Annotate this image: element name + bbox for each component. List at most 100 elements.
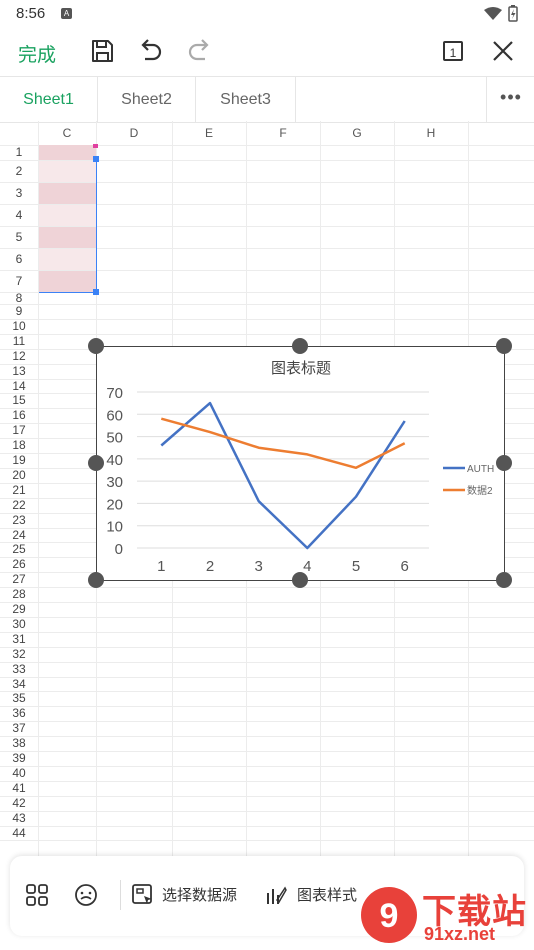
row-header[interactable]: 7 [0, 270, 38, 292]
row-header[interactable]: 4 [0, 204, 38, 226]
row-header[interactable]: 30 [0, 617, 38, 632]
column-header[interactable]: H [394, 121, 468, 145]
row-header[interactable]: 39 [0, 751, 38, 766]
select-data-icon[interactable] [132, 884, 154, 906]
row-header[interactable]: 31 [0, 632, 38, 647]
column-header[interactable]: D [96, 121, 172, 145]
close-icon[interactable] [489, 37, 517, 65]
row-header[interactable]: 25 [0, 542, 38, 557]
row-header[interactable]: 9 [0, 304, 38, 319]
row-header[interactable]: 26 [0, 557, 38, 572]
redo-icon[interactable] [186, 37, 214, 65]
row-header[interactable]: 43 [0, 811, 38, 826]
grid-row-line [0, 182, 534, 183]
selected-cell[interactable] [39, 182, 96, 204]
row-header[interactable]: 15 [0, 393, 38, 408]
row-header[interactable]: 8 [0, 292, 38, 304]
selected-cell[interactable] [39, 204, 96, 226]
column-header[interactable]: F [246, 121, 320, 145]
battery-icon [508, 5, 518, 22]
column-header[interactable]: G [320, 121, 394, 145]
emoji-icon[interactable] [74, 883, 98, 907]
chart-style-button[interactable]: 图表样式 [297, 884, 357, 905]
row-header[interactable]: 20 [0, 468, 38, 483]
selected-cell[interactable] [39, 145, 96, 160]
legend-label: AUTH [467, 464, 494, 475]
grid-row-line [0, 304, 534, 305]
row-header[interactable]: 28 [0, 587, 38, 602]
save-icon[interactable] [88, 37, 116, 65]
undo-icon[interactable] [136, 37, 164, 65]
row-header[interactable]: 16 [0, 408, 38, 423]
selected-cell[interactable] [39, 270, 96, 292]
chart-resize-handle[interactable] [88, 455, 104, 471]
row-header[interactable]: 12 [0, 349, 38, 364]
row-header[interactable]: 6 [0, 248, 38, 270]
page-count-badge[interactable]: 1 [443, 41, 463, 61]
row-header[interactable]: 29 [0, 602, 38, 617]
row-header[interactable]: 38 [0, 736, 38, 751]
y-tick-label: 0 [115, 541, 123, 558]
done-button[interactable]: 完成 [18, 40, 56, 67]
row-header[interactable]: 5 [0, 226, 38, 248]
chart-style-icon[interactable] [265, 884, 287, 906]
column-header[interactable]: C [38, 121, 96, 145]
more-options-icon[interactable]: ••• [486, 77, 534, 122]
chart-resize-handle[interactable] [496, 572, 512, 588]
x-tick-label: 6 [400, 558, 408, 575]
selected-cell[interactable] [39, 160, 96, 182]
row-header[interactable]: 42 [0, 796, 38, 811]
sheet-tabs: Sheet1 Sheet2 Sheet3 ••• [0, 76, 534, 123]
grid-row-line [0, 765, 534, 767]
selected-cell[interactable] [39, 248, 96, 270]
row-header[interactable]: 10 [0, 319, 38, 334]
column-header[interactable]: E [172, 121, 246, 145]
row-header[interactable]: 21 [0, 483, 38, 498]
chart-resize-handle[interactable] [292, 572, 308, 588]
row-header[interactable]: 24 [0, 528, 38, 543]
row-header[interactable]: 3 [0, 182, 38, 204]
row-header[interactable]: 35 [0, 691, 38, 706]
grid-row-line [0, 318, 534, 320]
tab-sheet3[interactable]: Sheet3 [196, 77, 296, 122]
tab-sheet2[interactable]: Sheet2 [98, 77, 196, 122]
row-header[interactable]: 40 [0, 766, 38, 781]
chart-resize-handle[interactable] [292, 338, 308, 354]
row-header[interactable]: 33 [0, 662, 38, 677]
selected-cell[interactable] [39, 226, 96, 248]
site-watermark: 9 下载站 91xz.net [360, 880, 534, 950]
divider [120, 880, 121, 910]
row-header[interactable]: 41 [0, 781, 38, 796]
grid-layout-icon[interactable] [26, 884, 48, 906]
row-header[interactable]: 23 [0, 513, 38, 528]
row-header[interactable]: 13 [0, 364, 38, 379]
row-header[interactable]: 1 [0, 145, 38, 160]
row-header[interactable]: 18 [0, 438, 38, 453]
selection-border [39, 292, 96, 293]
row-header[interactable]: 17 [0, 423, 38, 438]
row-header[interactable]: 19 [0, 453, 38, 468]
chart-resize-handle[interactable] [496, 338, 512, 354]
row-header[interactable]: 32 [0, 647, 38, 662]
chart-resize-handle[interactable] [496, 455, 512, 471]
y-tick-label: 20 [106, 496, 123, 513]
row-header[interactable]: 27 [0, 572, 38, 587]
x-tick-label: 5 [352, 558, 360, 575]
series-line [160, 417, 406, 470]
grid-row-line [0, 333, 534, 335]
row-header[interactable]: 11 [0, 334, 38, 349]
selection-handle[interactable] [93, 289, 99, 295]
row-header[interactable]: 36 [0, 706, 38, 721]
row-header[interactable]: 44 [0, 826, 38, 841]
chart-resize-handle[interactable] [88, 338, 104, 354]
row-header[interactable]: 34 [0, 677, 38, 692]
selection-handle[interactable] [93, 156, 99, 162]
row-header[interactable]: 2 [0, 160, 38, 182]
chart-object[interactable]: 图表标题 0 10 20 30 40 50 60 70 1 2 3 4 5 6 AUTH 数据2 [96, 346, 505, 581]
select-data-source-button[interactable]: 选择数据源 [162, 884, 237, 905]
chart-resize-handle[interactable] [88, 572, 104, 588]
row-header[interactable]: 14 [0, 379, 38, 394]
row-header[interactable]: 22 [0, 498, 38, 513]
row-header[interactable]: 37 [0, 721, 38, 736]
tab-sheet1[interactable]: Sheet1 [0, 77, 98, 122]
